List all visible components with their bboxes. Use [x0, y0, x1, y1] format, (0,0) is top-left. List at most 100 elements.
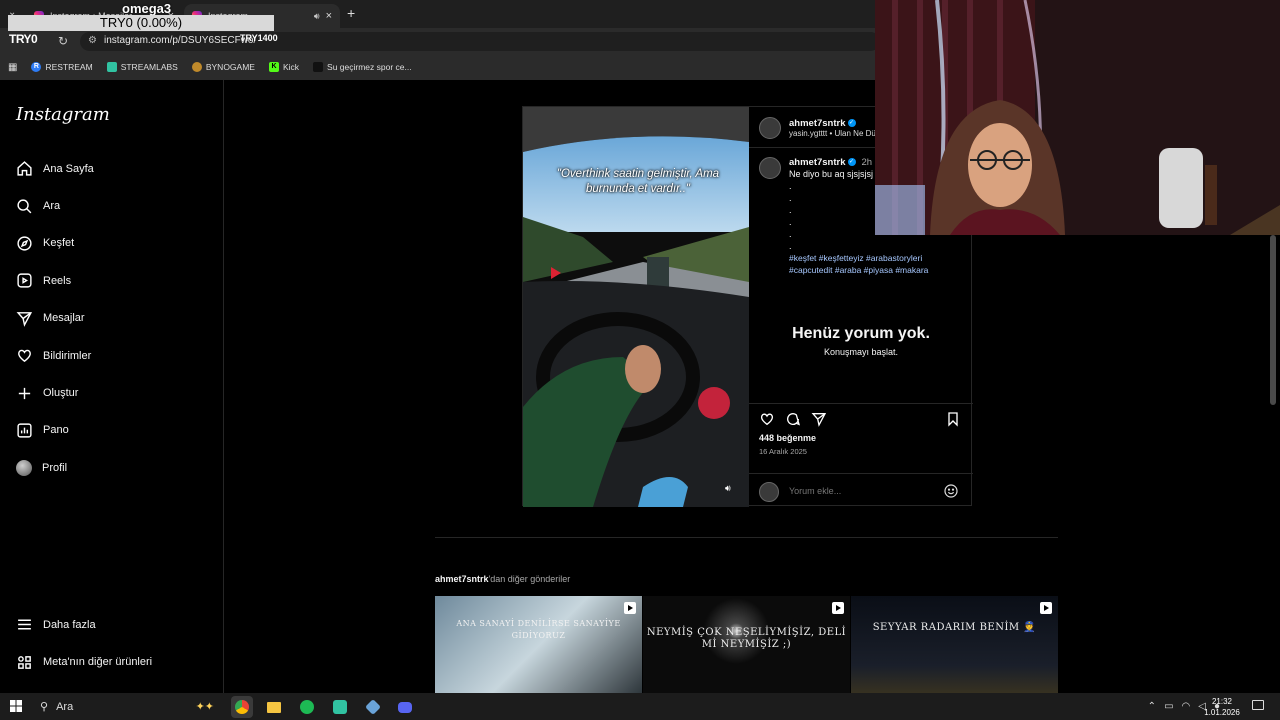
bookmark-icon[interactable]	[945, 411, 961, 427]
close-icon[interactable]: ×	[326, 10, 332, 22]
streamlabs-app-icon[interactable]	[329, 696, 351, 718]
sidebar-item-label: Reels	[43, 274, 72, 287]
thumb-caption: ANA SANAYİ DENİLİRSE SANAYİYE GİDİYORUZ	[456, 619, 621, 640]
notification-icon[interactable]	[1252, 700, 1264, 710]
share-icon[interactable]	[811, 411, 827, 427]
bookmark-shoes[interactable]: Su geçirmez spor ce...	[313, 62, 412, 72]
sidebar-item-label: Daha fazla	[43, 618, 96, 631]
file-explorer-icon[interactable]	[263, 696, 285, 718]
webcam-overlay	[875, 0, 1280, 235]
sidebar-item-label: Keşfet	[43, 237, 75, 250]
discord-icon[interactable]	[394, 696, 416, 718]
no-comments-subtitle: Konuşmayı başlat.	[823, 347, 899, 357]
comment-icon[interactable]	[785, 411, 801, 427]
author-avatar[interactable]	[759, 117, 781, 139]
sidebar-item-create[interactable]: Oluştur	[0, 374, 224, 411]
profile-avatar	[16, 459, 32, 476]
taskbar-search-label: Ara	[56, 700, 74, 713]
sidebar-item-meta[interactable]: Meta'nın diğer ürünleri	[0, 643, 224, 680]
sidebar-item-explore[interactable]: Keşfet	[0, 225, 224, 262]
no-comments-title: Henüz yorum yok.	[792, 325, 930, 342]
dashboard-icon	[17, 423, 32, 438]
verified-badge-icon: ✓	[847, 158, 856, 167]
plus-icon	[18, 387, 31, 399]
sidebar-item-dashboard[interactable]: Pano	[0, 412, 224, 449]
sidebar-item-search[interactable]: Ara	[0, 187, 224, 224]
volume-icon[interactable]: 🔊︎	[725, 483, 731, 494]
site-info-icon[interactable]: ⚙︎	[88, 35, 97, 46]
viewer-avatar	[759, 482, 779, 502]
chrome-app-icon[interactable]	[231, 696, 253, 718]
speaker-icon[interactable]: 🔊︎	[314, 11, 320, 22]
sidebar-item-label: Pano	[43, 424, 69, 437]
sidebar: Instagram Ana Sayfa Ara Keşfet Reels Mes…	[0, 80, 224, 693]
more-post-thumb[interactable]: ANA SANAYİ DENİLİRSE SANAYİYE GİDİYORUZ	[435, 596, 642, 693]
sidebar-item-messages[interactable]: Mesajlar	[0, 300, 224, 337]
bookmark-restream[interactable]: R RESTREAM	[31, 62, 93, 72]
sparkle-icon: ✦✦	[195, 701, 214, 713]
bookmark-label: Kick	[282, 62, 300, 72]
reel-icon	[832, 602, 844, 614]
battery-icon[interactable]: ▭	[1164, 701, 1173, 712]
sidebar-nav: Ana Sayfa Ara Keşfet Reels Mesajlar Bild…	[0, 150, 224, 487]
thumb-caption: SEYYAR RADARIM BENİM 👮	[872, 622, 1037, 633]
reload-icon[interactable]: ↻	[58, 34, 68, 48]
sidebar-item-home[interactable]: Ana Sayfa	[0, 150, 224, 187]
sidebar-bottom: Daha fazla Meta'nın diğer ürünleri	[0, 606, 224, 681]
instagram-logo[interactable]: Instagram	[16, 104, 110, 125]
like-count[interactable]: 448 beğenme	[759, 433, 816, 443]
stream-overlay-box: TRY0 (0.00%)	[8, 15, 274, 31]
emoji-icon[interactable]	[943, 483, 959, 499]
spotify-icon[interactable]	[296, 696, 318, 718]
sidebar-item-notifications[interactable]: Bildirimler	[0, 337, 224, 374]
verified-badge-icon: ✓	[847, 119, 856, 128]
bookmark-bynogame[interactable]: BYNOGAME	[191, 62, 255, 72]
bookmark-label: RESTREAM	[45, 62, 93, 72]
caption-time: 2h	[861, 157, 873, 168]
chevron-up-icon[interactable]: ⌃	[1148, 701, 1156, 712]
grid-icon	[18, 655, 31, 669]
sidebar-item-reels[interactable]: Reels	[0, 262, 224, 299]
page-scrollbar[interactable]	[1270, 235, 1276, 405]
reel-icon	[624, 602, 636, 614]
bookmark-label: STREAMLABS	[120, 62, 178, 72]
sidebar-item-more[interactable]: Daha fazla	[0, 606, 224, 643]
taskbar-search[interactable]: ⚲ Ara ✦✦	[32, 695, 222, 718]
sidebar-item-label: Oluştur	[43, 387, 79, 400]
comment-input[interactable]	[789, 486, 929, 496]
comment-box	[749, 473, 973, 507]
more-post-thumb[interactable]: SEYYAR RADARIM BENİM 👮	[851, 596, 1058, 693]
like-heart-icon[interactable]	[759, 411, 775, 427]
bookmark-streamlabs[interactable]: STREAMLABS	[106, 62, 178, 72]
post-video[interactable]: "Overthink saatin gelmiştir, Ama burnund…	[523, 107, 749, 507]
sidebar-item-label: Mesajlar	[43, 312, 85, 325]
new-tab-button[interactable]: +	[347, 5, 355, 21]
taskbar-clock[interactable]: 21:32 1.01.2026	[1200, 696, 1244, 718]
url-field[interactable]: ⚙︎ instagram.com/p/DSUY6SECFwo/	[80, 32, 880, 51]
shop-icon	[313, 62, 324, 72]
video-text-overlay: "Overthink saatin gelmiştir, Ama burnund…	[556, 168, 720, 195]
app-icon[interactable]	[362, 696, 384, 718]
caption-author-avatar[interactable]	[759, 157, 781, 179]
clock-time: 21:32	[1211, 697, 1233, 706]
section-divider	[435, 537, 1058, 538]
apps-grid-icon[interactable]: ▦	[8, 62, 17, 73]
caption-hashtags[interactable]: #keşfet #keşfetteyiz #arabastoryleri #ca…	[789, 252, 959, 276]
more-posts-suffix: 'dan diğer gönderiler	[488, 574, 571, 584]
clock-date: 1.01.2026	[1204, 708, 1240, 717]
bookmark-kick[interactable]: K Kick	[268, 62, 300, 72]
bookmark-label: BYNOGAME	[205, 62, 255, 72]
caption-author-username[interactable]: ahmet7sntrk	[789, 157, 846, 168]
more-post-thumb[interactable]: NEYMİŞ ÇOK NEŞELİYMİŞİZ, DELİ Mİ NEYMİŞİ…	[643, 596, 850, 693]
heart-icon	[18, 349, 31, 363]
sidebar-item-profile[interactable]: Profil	[0, 449, 224, 486]
audio-label[interactable]: yasin.ygtttt • Ulan Ne Dü	[789, 129, 876, 138]
home-icon	[17, 161, 32, 176]
author-username[interactable]: ahmet7sntrk	[789, 118, 846, 129]
sidebar-item-label: Bildirimler	[43, 349, 92, 362]
menu-icon	[18, 619, 31, 630]
sidebar-item-label: Ana Sayfa	[43, 162, 94, 175]
wifi-icon[interactable]: ◠	[1182, 701, 1191, 712]
more-posts-author[interactable]: ahmet7sntrk	[435, 574, 489, 584]
windows-start-icon[interactable]	[10, 700, 22, 712]
